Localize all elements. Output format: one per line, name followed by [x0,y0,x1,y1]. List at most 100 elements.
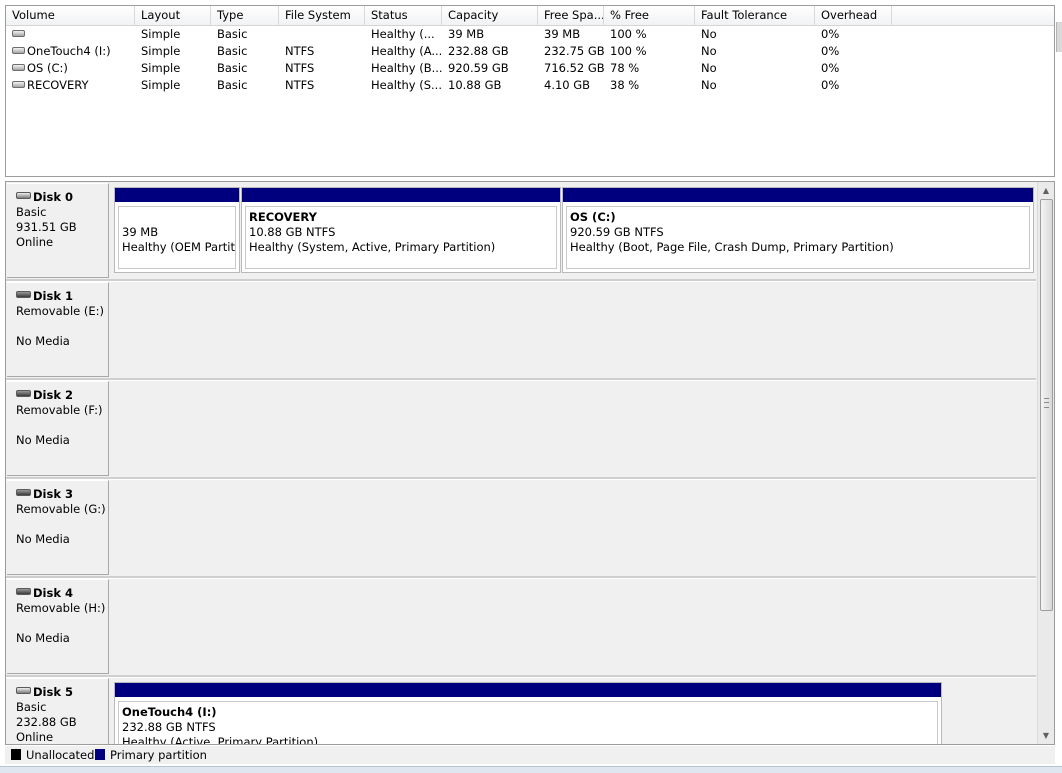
disk-row[interactable]: Disk 5 Basic 232.88 GB Online OneTouch4 (I:)… [6,677,1036,745]
disk-map-pane[interactable]: Disk 0 Basic 931.51 GB Online 39 MB Healthy … [5,181,1055,745]
disk-info-line1: Removable (H:) [16,601,106,615]
volume-cell-text: 38 % [610,78,640,92]
partition-block[interactable]: RECOVERY 10.88 GB NTFS Healthy (System, Ac… [241,187,561,273]
volume-cell-text: 100 % [610,44,647,58]
volume-cell: Simple [135,60,211,77]
volume-cell-text: 232.88 GB [448,44,509,58]
primary-partition-bar [563,188,1033,202]
column-header-percent-free[interactable]: % Free [604,6,695,25]
volume-cell: 0% [815,60,892,77]
volume-list[interactable]: Volume Layout Type File System Status Ca… [5,5,1055,177]
column-header-layout[interactable]: Layout [135,6,211,25]
disk-title: Disk 0 [16,190,108,205]
disk-info-line2 [16,319,108,334]
disk-row[interactable]: Disk 4 Removable (H:) No Media [6,578,1036,675]
disk-info-line1: Removable (F:) [16,403,103,417]
partition-status: Healthy (Active, Primary Partition) [122,735,319,745]
disk-label[interactable]: Disk 1 Removable (E:) No Media [7,282,109,377]
legend-label-unallocated: Unallocated [26,748,95,762]
volume-cell-text: OS (C:) [27,61,68,75]
disk-info-line1: Removable (G:) [16,502,106,516]
hard-disk-icon [16,687,31,694]
partition-block[interactable]: OneTouch4 (I:) 232.88 GB NTFS Healthy (Act… [114,682,942,745]
volume-drive-icon [12,81,25,88]
volume-cell: OneTouch4 (I:) [6,43,135,60]
vertical-scrollbar[interactable]: ▲ ▼ [1037,182,1054,744]
disk-partition-area[interactable] [110,480,1036,575]
disk-info-line2 [16,616,108,631]
column-header-status[interactable]: Status [365,6,442,25]
disk-partition-area[interactable] [110,579,1036,674]
disk-info-line1: Removable (E:) [16,304,104,318]
volume-row[interactable]: OneTouch4 (I:) Simple Basic NTFS Healthy (A.… [6,43,1054,60]
disk-info-line3: No Media [16,334,70,348]
disk-label[interactable]: Disk 2 Removable (F:) No Media [7,381,109,476]
volume-cell: 920.59 GB [442,60,538,77]
disk-label[interactable]: Disk 0 Basic 931.51 GB Online [7,183,109,278]
partition-status: Healthy (Boot, Page File, Crash Dump, Pr… [570,240,894,254]
disk-title-text: Disk 2 [33,388,73,402]
partition-details: 39 MBHealthy (OEM Partition) [118,206,236,269]
disk-partition-area[interactable]: OneTouch4 (I:) 232.88 GB NTFS Healthy (Act… [110,678,1036,745]
unallocated-swatch [11,749,21,760]
volume-row[interactable]: Simple Basic Healthy (... 39 MB 39 MB 100 % No… [6,26,1054,43]
disk-label[interactable]: Disk 4 Removable (H:) No Media [7,579,109,674]
scrollbar-thumb[interactable] [1040,199,1053,611]
disk-row[interactable]: Disk 0 Basic 931.51 GB Online 39 MB Healthy … [6,182,1036,279]
scroll-down-arrow-icon[interactable]: ▼ [1038,727,1054,744]
disk-info-line1: Basic [16,700,47,714]
volume-cell-text: Simple [141,78,181,92]
volume-cell-text: 0% [821,61,840,75]
volume-row[interactable]: OS (C:) Simple Basic NTFS Healthy (B... 920.5… [6,60,1054,77]
scroll-up-arrow-icon[interactable]: ▲ [1038,182,1054,199]
column-header-fault-tolerance[interactable]: Fault Tolerance [695,6,815,25]
disk-label[interactable]: Disk 5 Basic 232.88 GB Online [7,678,109,744]
primary-partition-bar [242,188,560,202]
column-header-file-system[interactable]: File System [279,6,365,25]
column-header-overhead[interactable]: Overhead [815,6,892,25]
volume-cell-text: 0% [821,78,840,92]
volume-cell: 232.75 GB [538,43,604,60]
disk-label[interactable]: Disk 3 Removable (G:) No Media [7,480,109,575]
volume-cell-text: Simple [141,61,181,75]
disk-info-line2: 931.51 GB [16,220,77,234]
disk-info-line1: Basic [16,205,47,219]
volume-cell: Healthy (S... [365,77,442,94]
column-header-volume[interactable]: Volume [6,6,135,25]
partition-name: RECOVERY [249,210,317,224]
column-header-type[interactable]: Type [211,6,279,25]
volume-cell: NTFS [279,43,365,60]
grip-icon [1044,398,1049,408]
disk-partition-area[interactable] [110,282,1036,377]
column-header-free-space[interactable]: Free Spa... [538,6,604,25]
volume-cell: NTFS [279,77,365,94]
primary-partition-bar [115,188,239,202]
disk-partition-area[interactable]: 39 MBHealthy (OEM Partition)RECOVERY10.8… [110,183,1036,278]
volume-cell: 39 MB [442,26,538,43]
removable-disk-icon [16,291,31,298]
partition-name [122,210,235,225]
removable-disk-icon [16,588,31,595]
disk-title: Disk 4 [16,586,108,601]
partition-block[interactable]: OS (C:) 920.59 GB NTFS Healthy (Boot, Page… [562,187,1034,273]
partition-name: OS (C:) [570,210,616,224]
disk-partition-area[interactable] [110,381,1036,476]
column-header-capacity[interactable]: Capacity [442,6,538,25]
disk-title: Disk 5 [16,685,108,700]
volume-cell: Basic [211,60,279,77]
volume-cell-text: RECOVERY [27,78,89,92]
volume-cell: 100 % [604,26,695,43]
disk-row[interactable]: Disk 1 Removable (E:) No Media [6,281,1036,378]
disk-title: Disk 1 [16,289,108,304]
volume-cell-text: Basic [217,44,248,58]
partition-size: 10.88 GB NTFS [249,225,336,239]
partition-details: RECOVERY 10.88 GB NTFS Healthy (System, Ac… [245,206,557,269]
legend-item-primary-partition: Primary partition [95,746,207,764]
partition-details: OS (C:) 920.59 GB NTFS Healthy (Boot, Page… [566,206,1030,269]
primary-partition-swatch [95,749,105,760]
volume-row[interactable]: RECOVERY Simple Basic NTFS Healthy (S... 10.8… [6,77,1054,94]
disk-row[interactable]: Disk 2 Removable (F:) No Media [6,380,1036,477]
partition-block[interactable]: 39 MBHealthy (OEM Partition) [114,187,240,273]
disk-row[interactable]: Disk 3 Removable (G:) No Media [6,479,1036,576]
volume-cell-text: Healthy (S... [371,78,442,92]
